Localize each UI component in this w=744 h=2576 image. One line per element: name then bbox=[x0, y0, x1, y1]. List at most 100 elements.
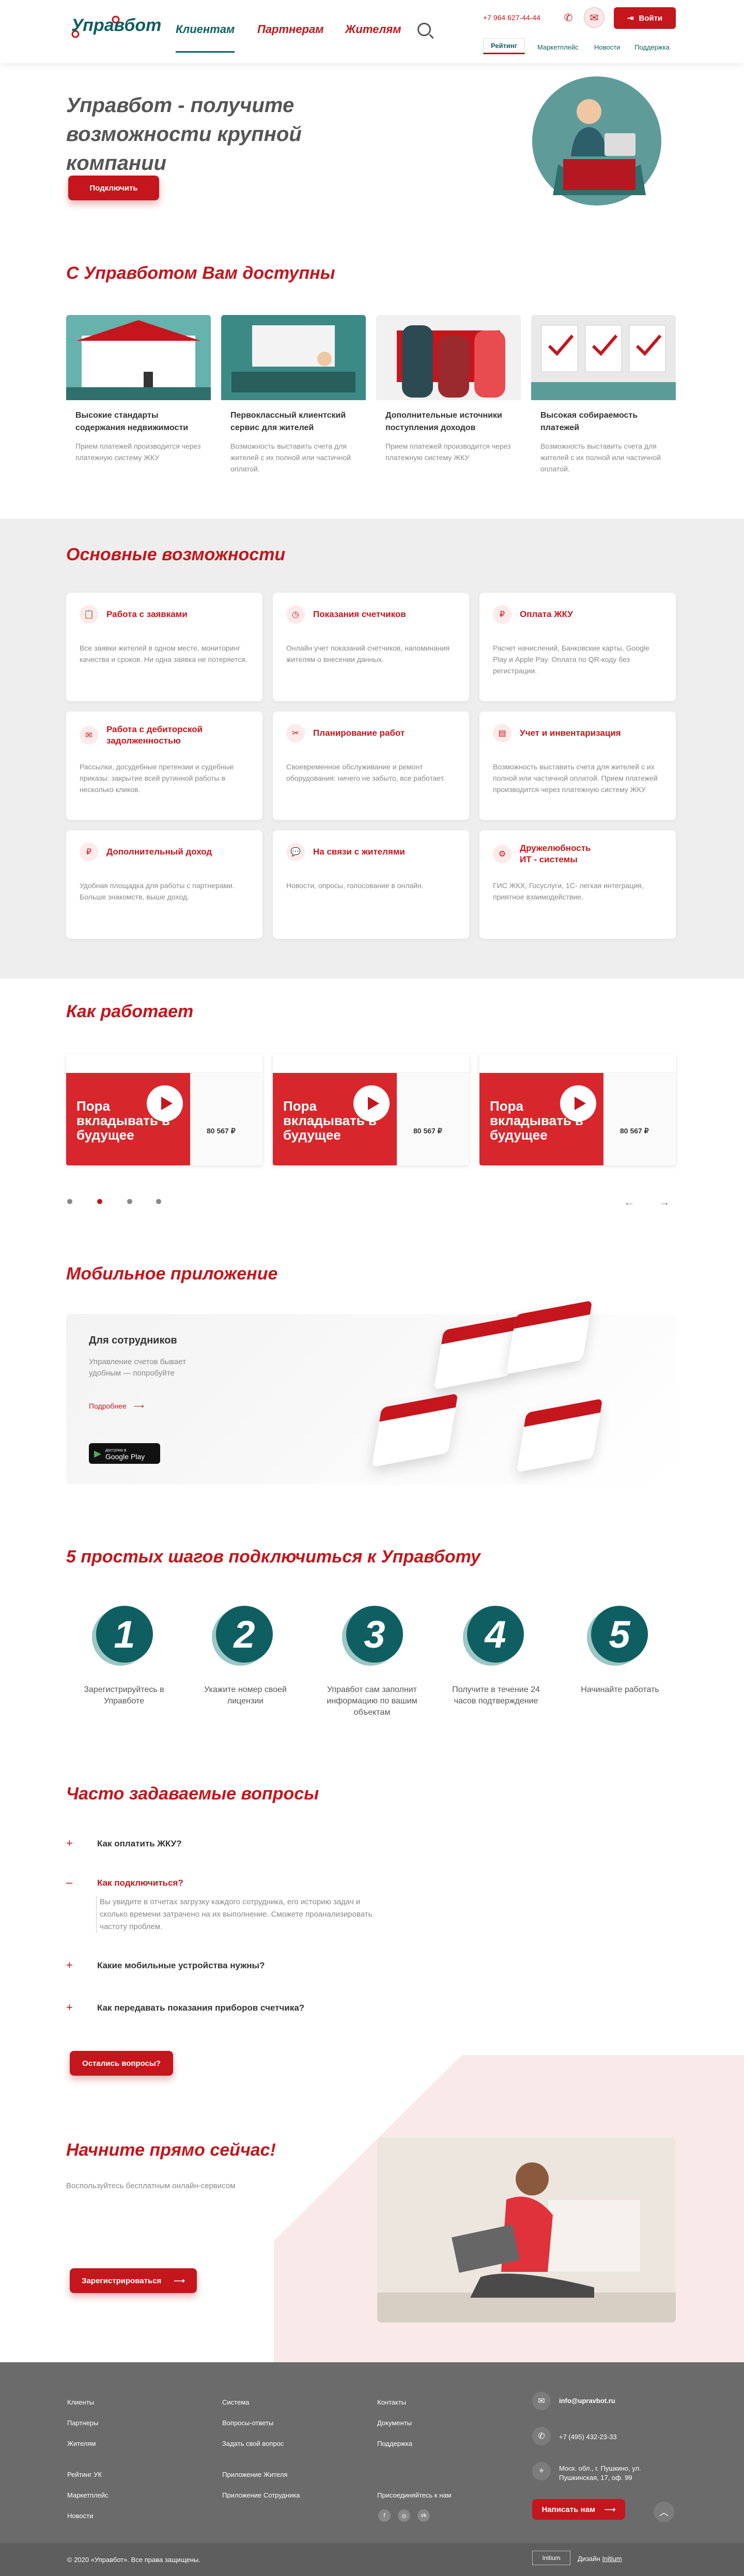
footer-join-label: Присоединяйтесь к нам bbox=[377, 2491, 452, 2499]
faq-question: Как оплатить ЖКУ? bbox=[97, 1839, 182, 1848]
tab-support[interactable]: Поддержка bbox=[634, 43, 670, 51]
phone-icon[interactable]: ✆ bbox=[558, 7, 579, 28]
faq-item-open[interactable]: – Как подключиться? bbox=[66, 1877, 676, 1889]
register-button[interactable]: Зарегистрироваться ⟶ bbox=[70, 2268, 197, 2293]
card-image bbox=[376, 315, 521, 400]
feature-card[interactable]: ▤ Учет и инвентаризация Возможность выста… bbox=[479, 712, 676, 820]
footer-phone[interactable]: +7 (495) 432-23-33 bbox=[559, 2433, 617, 2441]
step-number: 4 bbox=[467, 1606, 524, 1663]
footer-email[interactable]: info@upravbot.ru bbox=[559, 2397, 615, 2405]
arrow-left-icon[interactable]: ← bbox=[620, 1193, 639, 1211]
app-screenshot bbox=[433, 1316, 520, 1390]
feature-desc: Расчет начислений, Банковские карты, Goo… bbox=[493, 644, 649, 675]
instagram-icon[interactable]: ◎ bbox=[398, 2509, 410, 2522]
feature-title: Дружелюбность ИТ - системы bbox=[520, 843, 591, 864]
logo-text: Управбот bbox=[71, 15, 162, 35]
tab-news[interactable]: Новости bbox=[594, 43, 620, 51]
play-icon[interactable] bbox=[560, 1085, 596, 1121]
nav-residents[interactable]: Жителям bbox=[345, 23, 401, 36]
footer-link[interactable]: Документы bbox=[377, 2419, 412, 2427]
facebook-icon[interactable]: f bbox=[378, 2509, 391, 2522]
slider-dot[interactable] bbox=[127, 1199, 132, 1204]
footer-link[interactable]: Поддержка bbox=[377, 2440, 412, 2447]
feature-card[interactable]: ₽ Оплата ЖКУ Расчет начислений, Банковски… bbox=[479, 593, 676, 701]
mail-icon[interactable]: ✉ bbox=[584, 7, 605, 28]
more-link[interactable]: Подробнее ⟶ bbox=[89, 1402, 144, 1411]
feature-card[interactable]: ✂ Планирование работ Своевременное обслуж… bbox=[273, 712, 469, 820]
play-icon[interactable] bbox=[353, 1085, 390, 1121]
feature-card[interactable]: ₽ Дополнительный доход Удобная площадка д… bbox=[66, 830, 262, 939]
step-text: Начинайте работать bbox=[581, 1685, 659, 1694]
video-card[interactable]: Пора вкладывать в будущее 80 567 ₽ bbox=[66, 1054, 262, 1165]
arrow-right-icon[interactable]: → bbox=[655, 1193, 674, 1211]
feature-card[interactable]: ✉ Работа с дебиторской задолженностью Рас… bbox=[66, 712, 262, 820]
footer-link[interactable]: Задать свой вопрос bbox=[222, 2440, 284, 2447]
mail-icon: ✉ bbox=[532, 2392, 551, 2410]
faq-item[interactable]: + Как оплатить ЖКУ? bbox=[66, 1838, 676, 1850]
initium-badge[interactable]: Initium bbox=[532, 2551, 570, 2565]
footer-link[interactable]: Рейтинг УК bbox=[67, 2471, 102, 2478]
card-desc: Возможность выставить счета для жителей … bbox=[230, 442, 351, 473]
faq-question: Какие мобильные устройства нужны? bbox=[97, 1961, 265, 1970]
faq-item[interactable]: + Как передавать показания приборов счет… bbox=[66, 2002, 676, 2014]
feature-card[interactable]: ⚙ Дружелюбность ИТ - системы ГИС ЖКХ, Гос… bbox=[479, 830, 676, 939]
store-label: Google Play bbox=[105, 1452, 145, 1461]
card-desc: Прием платежей производится через платеж… bbox=[385, 442, 511, 462]
feature-card[interactable]: ◷ Показания счетчиков Онлайн учет показан… bbox=[273, 593, 469, 701]
footer-link[interactable]: Система bbox=[222, 2398, 249, 2406]
slider-dot[interactable] bbox=[156, 1199, 161, 1204]
card-image bbox=[531, 315, 676, 400]
google-play-badge[interactable]: ▶ доступно в Google Play bbox=[89, 1443, 160, 1464]
gear-icon: ⚙ bbox=[493, 845, 512, 863]
slider-dot[interactable] bbox=[67, 1199, 72, 1204]
feature-card[interactable]: 📋 Работа с заявками Все заявки жителей в … bbox=[66, 593, 262, 701]
nav-partners[interactable]: Партнерам bbox=[257, 23, 324, 36]
questions-button[interactable]: Остались вопросы? bbox=[70, 2051, 173, 2076]
step-text: Получите в течение 24 часов подтверждени… bbox=[452, 1685, 540, 1705]
footer-link[interactable]: Жителям bbox=[67, 2440, 96, 2447]
plus-icon: + bbox=[66, 1958, 73, 1971]
footer-link[interactable]: Приложение Жителя bbox=[222, 2471, 287, 2478]
site-header: Управбот Клиентам Партнерам Жителям +7 9… bbox=[0, 0, 744, 63]
design-link[interactable]: Initium bbox=[602, 2555, 622, 2563]
search-icon[interactable] bbox=[417, 23, 431, 36]
header-phone[interactable]: +7 964 627-44-44 bbox=[483, 13, 540, 22]
hero-illustration bbox=[532, 76, 661, 206]
arrow-right-icon: ⟶ bbox=[174, 2277, 185, 2285]
feature-desc: ГИС ЖКХ, Госуслуги, 1С- легкая интеграци… bbox=[493, 881, 644, 901]
video-amount: 80 567 ₽ bbox=[620, 1127, 649, 1135]
footer-link[interactable]: Маркетплейс bbox=[67, 2491, 109, 2499]
location-icon: ⌖ bbox=[532, 2462, 551, 2480]
footer-link[interactable]: Вопросы-ответы bbox=[222, 2419, 273, 2427]
nav-clients[interactable]: Клиентам bbox=[176, 23, 235, 53]
tab-rating[interactable]: Рейтинг bbox=[483, 38, 525, 54]
features-title: Основные возможности bbox=[66, 545, 286, 564]
logo[interactable]: Управбот bbox=[66, 11, 161, 43]
card-image bbox=[221, 315, 366, 400]
tab-marketplace[interactable]: Маркетплейс bbox=[537, 43, 579, 51]
faq-answer: Вы увидите в отчетах загрузку каждого со… bbox=[96, 1896, 385, 1933]
footer-link[interactable]: Контакты bbox=[377, 2398, 406, 2406]
slider-dot[interactable] bbox=[97, 1199, 102, 1204]
footer-link[interactable]: Партнеры bbox=[67, 2419, 98, 2427]
vk-icon[interactable]: vk bbox=[417, 2509, 430, 2522]
video-card[interactable]: Пора вкладывать в будущее 80 567 ₽ bbox=[479, 1054, 676, 1165]
login-button[interactable]: ⇥ Войти bbox=[614, 7, 676, 29]
video-card[interactable]: Пора вкладывать в будущее 80 567 ₽ bbox=[273, 1054, 469, 1165]
scroll-top-icon[interactable]: ︿ bbox=[654, 2502, 674, 2522]
play-icon[interactable] bbox=[147, 1085, 183, 1121]
footer-link[interactable]: Клиенты bbox=[67, 2398, 94, 2406]
feature-card[interactable]: 💬 На связи с жителями Новости, опросы, го… bbox=[273, 830, 469, 939]
faq-item[interactable]: + Какие мобильные устройства нужны? bbox=[66, 1958, 676, 1971]
connect-button[interactable]: Подключить bbox=[68, 176, 159, 200]
faq-title: Часто задаваемые вопросы bbox=[66, 1784, 319, 1804]
footer-link[interactable]: Приложение Сотрудника bbox=[222, 2491, 300, 2499]
footer-link[interactable]: Новости bbox=[67, 2512, 93, 2520]
footer-address: Моск. обл., г. Пушкино, ул. Пушкинская, … bbox=[559, 2464, 641, 2482]
start-title: Начните прямо сейчас! bbox=[66, 2140, 276, 2160]
copyright: © 2020 «Управбот». Все права защищены. bbox=[67, 2556, 200, 2564]
feature-title: Показания счетчиков bbox=[313, 609, 406, 619]
card-title: Дополнительные источники поступления дох… bbox=[385, 411, 502, 432]
step-text: Зарегистрируйтесь в Управботе bbox=[84, 1685, 164, 1705]
write-us-button[interactable]: Написать нам ⟶ bbox=[532, 2499, 625, 2520]
